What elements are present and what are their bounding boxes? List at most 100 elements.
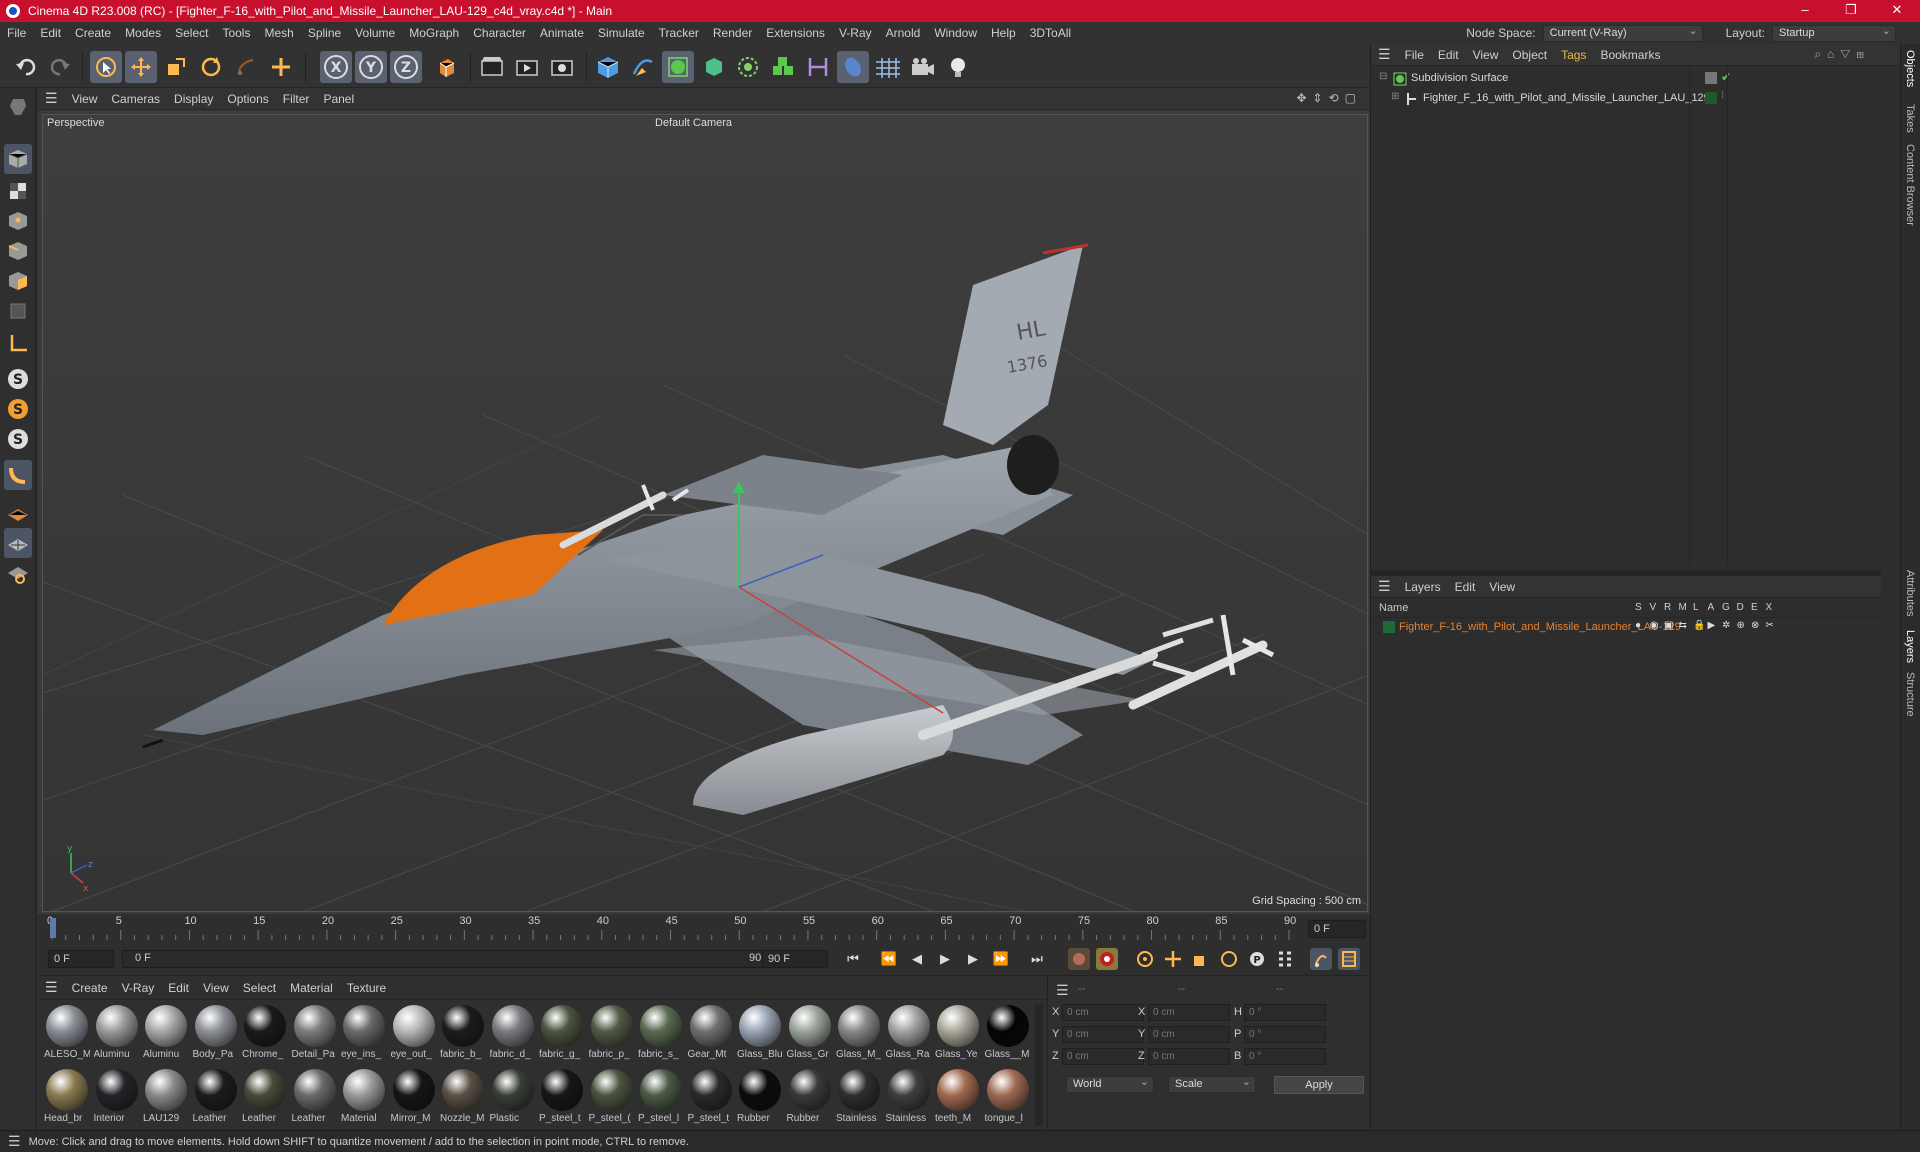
layer-col-l[interactable]: L [1693, 602, 1699, 613]
viewport-menu-display[interactable]: Display [167, 92, 220, 106]
layer-col-s[interactable]: S [1635, 602, 1642, 613]
render-to-picture-viewer-icon[interactable] [511, 51, 543, 83]
menu-volume[interactable]: Volume [348, 26, 402, 40]
menu-help[interactable]: Help [984, 26, 1023, 40]
make-editable-icon[interactable] [4, 92, 32, 122]
viewport-camera-label[interactable]: Default Camera [655, 117, 732, 129]
material-swatch[interactable]: Head_br [44, 1068, 90, 1130]
coord-size-field[interactable]: 0 cm [1148, 1004, 1230, 1021]
layer-flag-s-icon[interactable]: ● [1635, 620, 1641, 631]
layers-menu-layers[interactable]: Layers [1398, 580, 1448, 594]
tab-content-browser[interactable]: Content Browser [1904, 144, 1916, 226]
material-swatch[interactable]: Interior [94, 1068, 140, 1130]
key-scale-icon[interactable] [1190, 948, 1212, 970]
minimize-button[interactable]: – [1782, 0, 1828, 22]
material-swatch[interactable]: P_steel_( [589, 1068, 635, 1130]
material-swatch[interactable]: P_steel_l [638, 1068, 684, 1130]
planar-workplane-icon[interactable] [4, 558, 32, 588]
object-row-fighter[interactable]: ⊞ Fighter_F_16_with_Pilot_and_Missile_La… [1379, 90, 1879, 108]
material-swatch[interactable]: Nozzle_M [440, 1068, 486, 1130]
current-frame-field[interactable]: 0 F [1308, 920, 1366, 938]
coords-hamburger-icon[interactable]: ☰ [1056, 982, 1069, 999]
layer-flag-d-icon[interactable]: ⊕ [1737, 620, 1745, 631]
light-icon[interactable] [942, 51, 974, 83]
menu-mesh[interactable]: Mesh [257, 26, 300, 40]
material-swatch[interactable]: teeth_M [935, 1068, 981, 1130]
3d-viewport[interactable]: HL 1376 y z x Perspective Default Camera… [42, 114, 1368, 912]
tab-objects[interactable]: Objects [1904, 50, 1916, 87]
snap-settings-icon[interactable]: S [4, 394, 32, 424]
next-key-icon[interactable]: ⏩ [990, 948, 1012, 970]
key-rotation-icon[interactable] [1218, 948, 1240, 970]
extrude-generator-icon[interactable] [697, 51, 729, 83]
material-menu-select[interactable]: Select [236, 981, 283, 995]
objects-menu-edit[interactable]: Edit [1431, 48, 1466, 62]
coord-rotation-field[interactable]: 0 ° [1244, 1048, 1326, 1065]
undo-icon[interactable] [10, 51, 42, 83]
layer-flag-x-icon[interactable]: ✂ [1766, 620, 1774, 631]
tweak-mode-icon[interactable] [4, 460, 32, 490]
material-swatch[interactable]: Glass_Ye [935, 1004, 981, 1066]
material-swatch[interactable]: ALESO_M [44, 1004, 90, 1066]
objects-hamburger-icon[interactable]: ☰ [1371, 46, 1398, 63]
material-swatch[interactable]: Stainless [886, 1068, 932, 1130]
material-swatch[interactable]: Plastic [490, 1068, 536, 1130]
material-swatch[interactable]: Glass__M [985, 1004, 1031, 1066]
coord-position-field[interactable]: 0 cm [1062, 1004, 1144, 1021]
menu-animate[interactable]: Animate [533, 26, 591, 40]
layer-flag-r-icon[interactable]: ▣ [1664, 620, 1673, 631]
objects-menu-view[interactable]: View [1466, 48, 1506, 62]
record-keys-icon[interactable] [1068, 948, 1090, 970]
material-swatch[interactable]: Leather [242, 1068, 288, 1130]
cube-primitive-icon[interactable] [592, 51, 624, 83]
pen-spline-icon[interactable] [627, 51, 659, 83]
next-frame-icon[interactable]: ▶ [962, 948, 984, 970]
visibility-dots-icon[interactable]: ⁝ [1721, 90, 1724, 101]
render-settings-icon[interactable] [546, 51, 578, 83]
material-swatch[interactable]: tongue_l [985, 1068, 1031, 1130]
floor-grid-icon[interactable] [872, 51, 904, 83]
menu-tracker[interactable]: Tracker [652, 26, 706, 40]
material-swatch[interactable]: Chrome_ [242, 1004, 288, 1066]
node-space-dropdown[interactable]: Current (V-Ray) [1542, 24, 1703, 42]
texture-mode-icon[interactable] [4, 176, 32, 206]
z-axis-lock-icon[interactable]: Z [390, 51, 422, 83]
coord-rotation-field[interactable]: 0 ° [1244, 1004, 1326, 1021]
timeline-ruler[interactable]: 051015202530354045505560657075808590 0 F [38, 914, 1370, 942]
start-frame-field[interactable]: 0 F [48, 950, 114, 968]
timeline-playhead[interactable] [50, 918, 56, 938]
layers-menu-edit[interactable]: Edit [1448, 580, 1483, 594]
subdivision-surface-icon[interactable] [662, 51, 694, 83]
key-parameter-icon[interactable]: P [1246, 948, 1268, 970]
workplane-icon[interactable] [4, 498, 32, 528]
tab-attributes[interactable]: Attributes [1904, 570, 1916, 616]
material-swatch[interactable]: Glass_Blu [737, 1004, 783, 1066]
menu-select[interactable]: Select [168, 26, 215, 40]
material-swatch[interactable]: P_steel_t [539, 1068, 585, 1130]
deformer-bend-icon[interactable] [802, 51, 834, 83]
previous-key-icon[interactable]: ⏪ [878, 948, 900, 970]
add-tool-icon[interactable] [265, 51, 297, 83]
cloner-icon[interactable] [732, 51, 764, 83]
model-mode-icon[interactable] [4, 144, 32, 174]
layer-flag-e-icon[interactable]: ⊗ [1751, 620, 1759, 631]
objects-menu-file[interactable]: File [1398, 48, 1431, 62]
material-swatch[interactable]: Mirror_M [391, 1068, 437, 1130]
tab-structure[interactable]: Structure [1904, 672, 1916, 717]
tab-takes[interactable]: Takes [1904, 104, 1916, 133]
menu-modes[interactable]: Modes [118, 26, 168, 40]
material-swatch[interactable]: P_steel_t [688, 1068, 734, 1130]
material-swatch[interactable]: Body_Pa [193, 1004, 239, 1066]
material-swatch[interactable]: Leather [292, 1068, 338, 1130]
object-row-subdivision-surface[interactable]: ⊟ Subdivision Surface ✔ [1379, 70, 1879, 88]
menu-simulate[interactable]: Simulate [591, 26, 652, 40]
render-view-icon[interactable] [476, 51, 508, 83]
menu-character[interactable]: Character [466, 26, 533, 40]
objects-toolbar-icons[interactable]: ⌕⌂▽⊞ [1814, 47, 1870, 62]
menu-edit[interactable]: Edit [33, 26, 68, 40]
viewport-menu-options[interactable]: Options [220, 92, 275, 106]
objects-menu-bookmarks[interactable]: Bookmarks [1593, 48, 1667, 62]
environment-floor-icon[interactable] [837, 51, 869, 83]
viewport-nav-icons[interactable]: ✥⇕⟲▢ [1296, 91, 1362, 105]
recent-tool-icon[interactable] [230, 51, 262, 83]
